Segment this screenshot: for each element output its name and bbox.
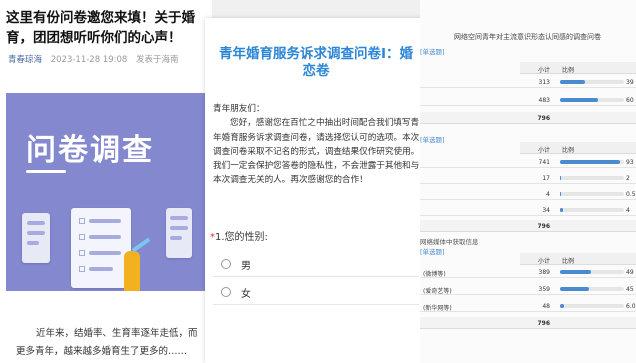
questionnaire-intro: 青年朋友们： 您好，感谢您在百忙之中抽出时间配合我们填写青年婚育服务诉求调查问卷… [213, 102, 421, 188]
col-ratio-header: 比例 [562, 67, 575, 74]
banner-title: 问卷调查 [26, 125, 154, 173]
paper-right-illustration [166, 208, 192, 258]
result-row-count: 741 [538, 159, 550, 166]
result-row-percent: 2 [626, 175, 630, 182]
radio-male[interactable] [221, 259, 231, 269]
section3-header: 小计 比例 [520, 253, 636, 265]
result-row: 34 4 [420, 204, 636, 216]
result-row: 313 39 [420, 76, 636, 88]
account-link[interactable]: 青春琼海 [8, 55, 42, 65]
result-row-bar-fill [560, 270, 591, 274]
result-row-bar-fill [560, 192, 561, 196]
result-row: 17 2 [420, 172, 636, 184]
result-row-percent: 60 [626, 97, 634, 104]
paper-left-illustration [22, 213, 50, 263]
result-row-bar-fill [560, 80, 585, 84]
result-row-percent: 93 [626, 159, 634, 166]
result-row: (爱奇艺等) 359 45 [420, 283, 636, 295]
result-row-bar [560, 304, 624, 308]
col-ratio-header: 比例 [562, 258, 575, 265]
result-row-count: 17 [542, 175, 550, 182]
result-total-value: 796 [537, 320, 550, 327]
result-row-percent: 39 [626, 79, 634, 86]
result-row-count: 313 [538, 79, 550, 86]
result-row-bar [560, 80, 624, 84]
result-row-count: 48 [542, 303, 550, 310]
result-row-bar [560, 192, 624, 196]
result-row-bar-fill [560, 208, 563, 212]
person-illustration [124, 251, 140, 291]
result-row-bar [560, 270, 624, 274]
survey-banner-image: 问卷调查 [6, 93, 208, 291]
result-total-value: 796 [537, 223, 550, 230]
section3-tag: [单选题] [420, 248, 445, 256]
result-row-label: (爱奇艺等) [423, 288, 452, 295]
col-ratio-header: 比例 [562, 147, 575, 154]
result-row-count: 4 [546, 191, 550, 198]
option-male[interactable]: 男 [221, 254, 251, 274]
result-row-bar [560, 208, 624, 212]
result-row: 483 60 [420, 94, 636, 106]
result-row: (新华网等) 48 6.0 [420, 300, 636, 312]
col-count-header: 小计 [538, 67, 551, 74]
section2-tag: [单选题] [420, 136, 445, 144]
result-row-count: 34 [542, 207, 550, 214]
result-row-bar-fill [560, 98, 598, 102]
article-body-text: 近年来，结婚率、生育率逐年走低，而更多青年，越来越多婚育生了更多的…… [16, 328, 198, 357]
section2-header: 小计 比例 [520, 142, 636, 154]
result-row-bar [560, 176, 624, 180]
result-total-row: 796 [420, 220, 636, 232]
result-row-bar-fill [560, 160, 620, 164]
result-row-bar [560, 160, 624, 164]
publish-date: 2023-11-28 19:08 [50, 55, 128, 65]
result-row-count: 359 [538, 286, 550, 293]
section1-header: 小计 比例 [520, 62, 636, 74]
article-panel: 这里有份问卷邀您来填！关于婚育，团团想听听你们的心声！ 青春琼海 2023-11… [0, 0, 212, 363]
result-row-bar-fill [560, 287, 589, 291]
pen-illustration [131, 237, 151, 253]
publish-location: 发表于海南 [136, 55, 179, 65]
result-row-percent: 4 [626, 207, 630, 214]
result-row-label: (新华网等) [423, 305, 452, 312]
result-row-count: 483 [538, 97, 550, 104]
option-female-label: 女 [241, 288, 251, 300]
article-title: 这里有份问卷邀您来填！关于婚育，团团想听听你们的心声！ [6, 10, 195, 46]
radio-female[interactable] [221, 287, 231, 297]
result-row-bar-fill [560, 176, 561, 180]
intro-paragraph: 您好，感谢您在百忙之中抽出时间配合我们填写青年婚育服务诉求调查问卷，请选择您认可… [213, 118, 420, 186]
result-row-percent: 0.5 [626, 191, 636, 198]
result-row: 4 0.5 [420, 188, 636, 200]
result-total-value: 796 [537, 115, 550, 122]
option-male-label: 男 [241, 260, 251, 272]
result-total-row: 796 [420, 112, 636, 124]
result-row-count: 389 [538, 269, 550, 276]
paper-main-illustration [71, 208, 131, 288]
result-row-bar [560, 287, 624, 291]
col-count-header: 小计 [538, 147, 551, 154]
result-row-percent: 6.0 [626, 303, 636, 310]
result-row-bar [560, 98, 624, 102]
questionnaire-title: 青年婚育服务诉求调查问卷I：婚恋卷 [218, 46, 414, 79]
result-row-percent: 49 [626, 269, 634, 276]
results-title: 网络空间青年对主流意识形态认同感的调查问卷 [454, 33, 601, 41]
col-count-header: 小计 [538, 258, 551, 265]
intro-greeting: 青年朋友们： [213, 104, 265, 114]
question-1-text: 1.您的性别: [215, 232, 268, 243]
results-panel: 网络空间青年对主流意识形态认同感的调查问卷 [单选题] 小计 比例 313 39 4… [420, 0, 636, 363]
option-female[interactable]: 女 [221, 282, 251, 302]
result-row: (微博等) 389 49 [420, 266, 636, 278]
article-meta: 青春琼海 2023-11-28 19:08 发表于海南 [8, 53, 179, 65]
result-row-bar-fill [560, 304, 564, 308]
questionnaire-panel: 青年婚育服务诉求调查问卷I：婚恋卷 青年朋友们： 您好，感谢您在百忙之中抽出时间… [205, 18, 427, 363]
result-row-percent: 45 [626, 286, 634, 293]
section1-tag: [单选题] [420, 48, 445, 56]
result-total-row: 796 [420, 317, 636, 329]
section3-subtitle: 网络媒体中获取信息 [420, 238, 479, 246]
result-row: 741 93 [420, 156, 636, 168]
option-divider [213, 276, 419, 277]
question-1-label: *1.您的性别: [210, 228, 268, 243]
option-divider [213, 304, 419, 305]
result-row-label: (微博等) [423, 271, 446, 278]
